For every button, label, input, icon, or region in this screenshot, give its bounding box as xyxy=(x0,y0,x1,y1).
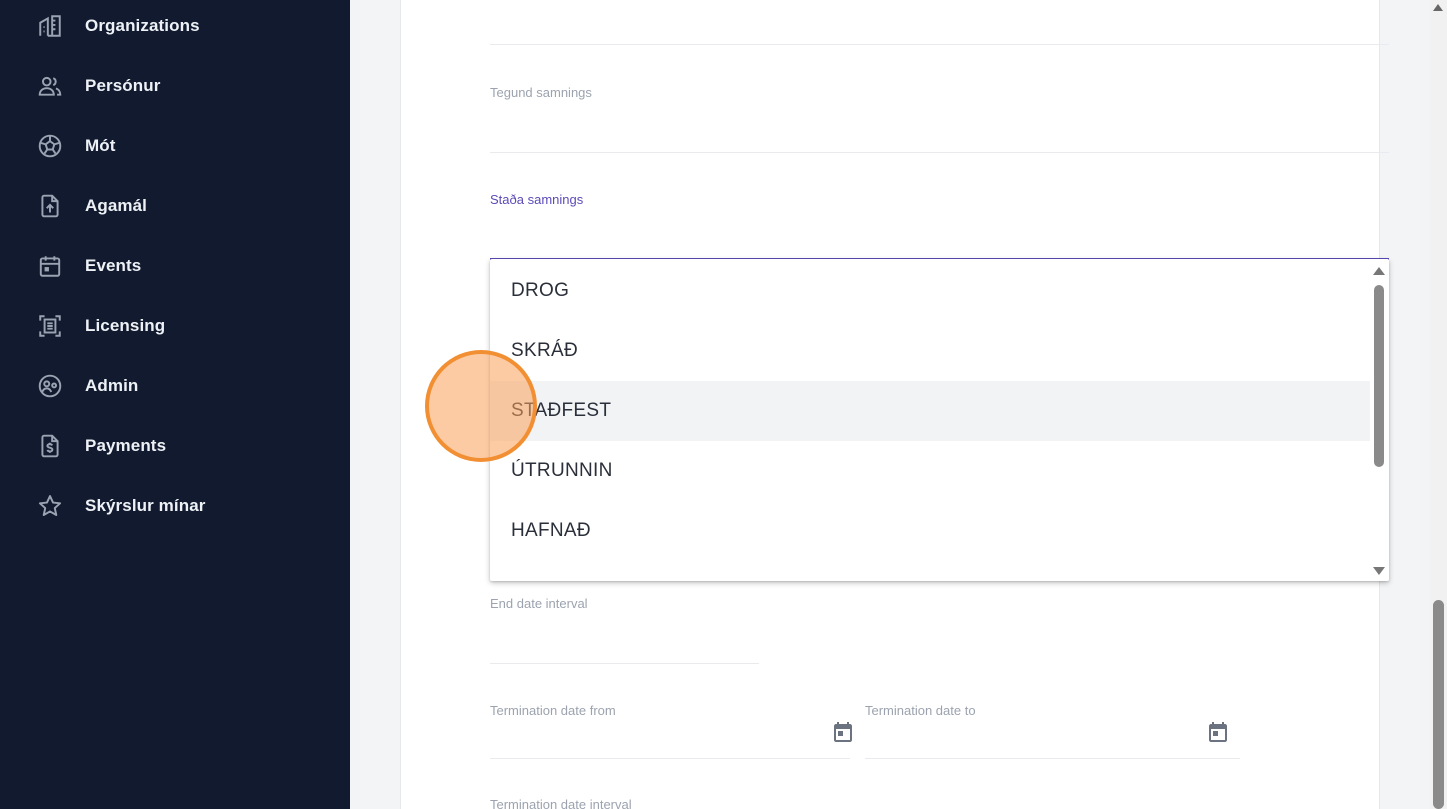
sidebar-item-agamal[interactable]: Agamál xyxy=(0,176,350,236)
scroll-down-arrow-icon[interactable] xyxy=(1373,567,1385,575)
field-divider xyxy=(490,44,1389,45)
license-icon xyxy=(36,312,64,340)
termination-date-from-label: Termination date from xyxy=(490,703,616,718)
building-icon xyxy=(36,12,64,40)
page-scroll-thumb[interactable] xyxy=(1433,600,1444,809)
filter-form-card: Tegund samnings Staða samnings End date … xyxy=(400,0,1389,809)
scroll-up-arrow-icon[interactable] xyxy=(1433,4,1443,11)
dropdown-option[interactable]: HAFNAÐ xyxy=(490,501,1370,561)
sidebar-item-label: Skýrslur mínar xyxy=(85,496,206,515)
sidebar-item-label: Agamál xyxy=(85,196,148,215)
sidebar: Organizations Persónur Mót Agamál Events… xyxy=(0,0,350,809)
sidebar-item-label: Events xyxy=(85,256,142,275)
sidebar-item-label: Licensing xyxy=(85,316,166,335)
calendar-icon xyxy=(36,252,64,280)
soccer-ball-icon xyxy=(36,132,64,160)
dropdown-option[interactable]: ÚTRUNNIN xyxy=(490,441,1370,501)
sidebar-item-personur[interactable]: Persónur xyxy=(0,56,350,116)
sidebar-item-label: Admin xyxy=(85,376,139,395)
sidebar-item-licensing[interactable]: Licensing xyxy=(0,296,350,356)
termination-date-from-field[interactable] xyxy=(490,758,850,759)
sidebar-item-label: Mót xyxy=(85,136,116,155)
sidebar-item-admin[interactable]: Admin xyxy=(0,356,350,416)
invoice-dollar-icon xyxy=(36,432,64,460)
admin-icon xyxy=(36,372,64,400)
sidebar-item-mot[interactable]: Mót xyxy=(0,116,350,176)
page-scrollbar[interactable] xyxy=(1430,0,1447,809)
star-icon xyxy=(36,492,64,520)
calendar-icon[interactable] xyxy=(831,720,855,744)
sidebar-item-label: Persónur xyxy=(85,76,161,95)
scroll-up-arrow-icon[interactable] xyxy=(1373,267,1385,275)
file-upload-icon xyxy=(36,192,64,220)
termination-date-to-label: Termination date to xyxy=(865,703,976,718)
tegund-samnings-field[interactable] xyxy=(490,152,1389,153)
main-content: Tegund samnings Staða samnings End date … xyxy=(350,0,1430,809)
termination-date-to-field[interactable] xyxy=(865,758,1240,759)
dropdown-scroll-thumb[interactable] xyxy=(1374,285,1384,467)
calendar-icon[interactable] xyxy=(1206,720,1230,744)
people-icon xyxy=(36,72,64,100)
dropdown-option[interactable]: STAÐFEST xyxy=(490,381,1370,441)
termination-date-interval-label: Termination date interval xyxy=(490,797,632,809)
end-date-interval-label: End date interval xyxy=(490,596,588,611)
sidebar-item-events[interactable]: Events xyxy=(0,236,350,296)
sidebar-item-label: Organizations xyxy=(85,16,200,35)
stada-samnings-label: Staða samnings xyxy=(490,192,584,207)
sidebar-item-organizations[interactable]: Organizations xyxy=(0,0,350,56)
dropdown-option[interactable]: SKRÁÐ xyxy=(490,321,1370,381)
dropdown-option[interactable]: DROG xyxy=(490,261,1370,321)
dropdown-scrollbar[interactable] xyxy=(1370,259,1389,581)
end-date-interval-field[interactable] xyxy=(490,663,759,664)
sidebar-item-payments[interactable]: Payments xyxy=(0,416,350,476)
sidebar-item-label: Payments xyxy=(85,436,167,455)
tegund-samnings-label: Tegund samnings xyxy=(490,85,592,100)
sidebar-item-skyrslur-minar[interactable]: Skýrslur mínar xyxy=(0,476,350,536)
stada-samnings-dropdown: DROG SKRÁÐ STAÐFEST ÚTRUNNIN HAFNAÐ xyxy=(490,259,1389,581)
